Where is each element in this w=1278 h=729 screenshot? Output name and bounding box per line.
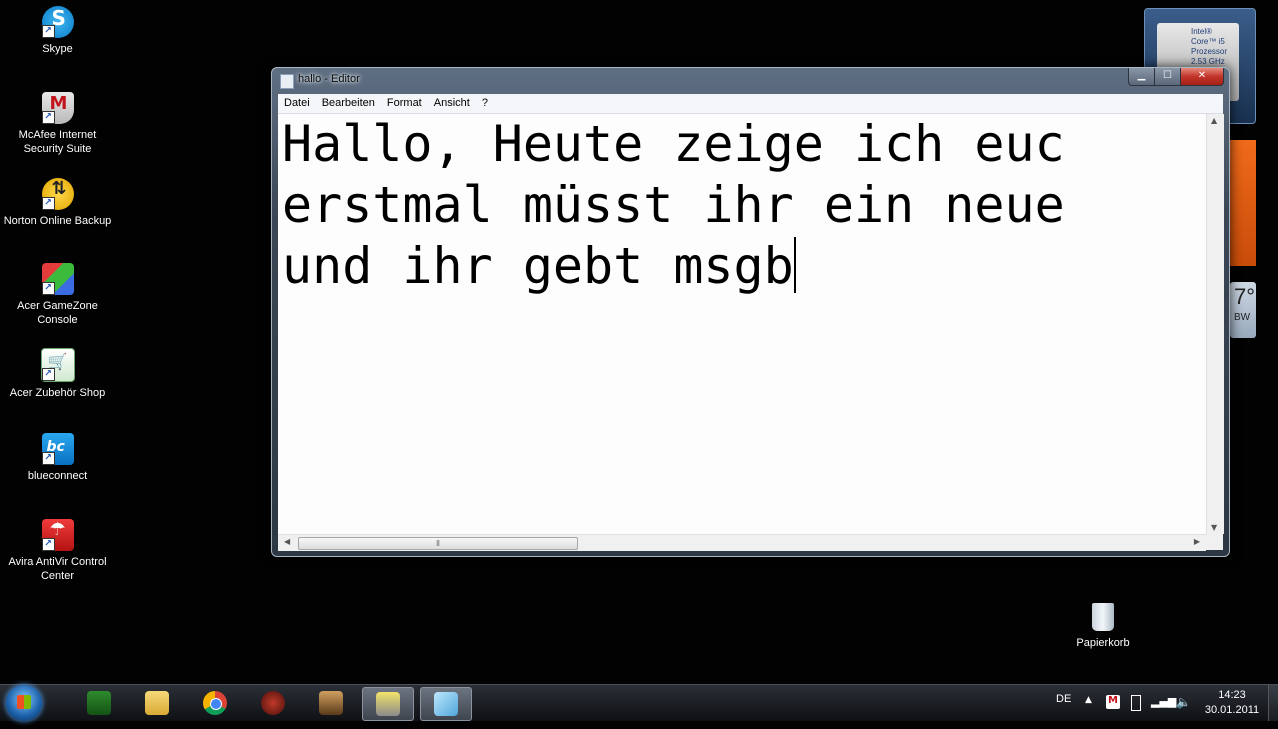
cpu-info-text: Intel® Core™ i5 Prozessor 2.53 GHz [1191,27,1228,66]
desktop-icon-acer-gamezone[interactable]: ↗ Acer GameZone Console [0,263,115,327]
editor-line: Hallo, Heute zeige ich euc [282,115,1065,173]
weather-location: BW [1234,312,1251,323]
close-button[interactable]: ✕ [1180,68,1224,86]
paint-brush-icon [376,692,400,716]
taskbar: DE ▲ M ▂▄▆ 🔈 14:23 30.01.2011 [0,684,1278,721]
network-signal-icon[interactable]: ▂▄▆ [1151,695,1176,709]
character-icon [319,691,343,715]
desktop-icon-label: blueconnect [27,470,88,482]
scroll-down-arrow-icon[interactable]: ▼ [1211,523,1217,532]
blueconnect-icon: bc ↗ [41,433,74,465]
skype-icon: S ↗ [41,6,74,38]
taskbar-app-game[interactable] [248,687,298,719]
battery-icon[interactable] [1131,695,1141,711]
desktop-icon-label: Acer GameZone Console [17,300,98,326]
desktop-icon-recycle-bin[interactable]: Papierkorb [1060,603,1146,649]
show-hidden-icons-icon[interactable]: ▲ [1085,695,1099,709]
desktop-icon-label: Avira AntiVir Control Center [8,556,107,582]
window-title: hallo - Editor [298,73,360,85]
editor-line: erstmal müsst ihr ein neue [282,176,1065,234]
editor-line: und ihr gebt msgb [282,237,794,295]
taskbar-app-gamezone[interactable] [74,687,124,719]
game-logo-icon [261,691,285,715]
desktop-icon-skype[interactable]: S ↗ Skype [0,6,115,56]
text-editor-area[interactable]: Hallo, Heute zeige ich euc erstmal müsst… [278,114,1206,534]
desktop-icon-label: Skype [42,43,73,55]
shopping-cart-icon: 🛒 ↗ [40,348,75,382]
notepad-icon [280,74,294,89]
desktop-icon-norton[interactable]: ⇅ ↗ Norton Online Backup [0,178,115,228]
taskbar-app-explorer[interactable] [132,687,182,719]
clock[interactable]: 14:23 30.01.2011 [1200,688,1264,718]
taskbar-app-chrome[interactable] [190,687,240,719]
horizontal-scroll-thumb[interactable]: ⦀ [298,537,578,550]
language-indicator[interactable]: DE [1056,693,1071,729]
show-desktop-button[interactable] [1268,685,1278,721]
desktop-icon-blueconnect[interactable]: bc ↗ blueconnect [0,433,115,483]
menu-help[interactable]: ? [476,94,494,109]
menu-bearbeiten[interactable]: Bearbeiten [316,94,381,109]
vertical-scrollbar[interactable]: ▲ ▼ [1206,114,1224,534]
scrollbar-corner [1206,534,1223,550]
menu-ansicht[interactable]: Ansicht [428,94,476,109]
taskbar-app-notepad[interactable] [420,687,472,721]
title-bar[interactable]: hallo - Editor ▁ ☐ ✕ [272,68,1229,94]
volume-icon[interactable]: 🔈 [1176,695,1191,709]
clock-date: 30.01.2011 [1204,704,1260,716]
calendar-gadget[interactable] [1230,140,1256,266]
taskbar-app-character[interactable] [306,687,356,719]
desktop-icon-acer-shop[interactable]: 🛒 ↗ Acer Zubehör Shop [0,348,115,400]
folder-icon [145,691,169,715]
notepad-window[interactable]: hallo - Editor ▁ ☐ ✕ Datei Bearbeiten Form… [271,67,1230,557]
scroll-up-arrow-icon[interactable]: ▲ [1211,116,1217,125]
norton-backup-icon: ⇅ ↗ [41,178,74,210]
menu-format[interactable]: Format [381,94,428,109]
scroll-left-arrow-icon[interactable]: ◀ [284,537,290,546]
minimize-button[interactable]: ▁ [1128,68,1155,86]
maximize-button[interactable]: ☐ [1154,68,1181,86]
cube-icon: ↗ [41,263,74,295]
mcafee-tray-icon[interactable]: M [1106,695,1120,709]
start-button[interactable] [6,685,42,721]
text-caret [793,237,796,293]
desktop-icon-label: Norton Online Backup [3,215,112,227]
windows-logo-icon [17,695,31,709]
circuit-board-icon [87,691,111,715]
desktop-icon-label: Papierkorb [1076,637,1130,649]
desktop-icon-label: McAfee Internet Security Suite [18,129,97,155]
scroll-right-arrow-icon[interactable]: ▶ [1194,537,1200,546]
menu-datei[interactable]: Datei [278,94,316,109]
chrome-icon [203,691,227,715]
recycle-bin-icon [1092,603,1114,631]
notepad-taskbar-icon [434,692,458,716]
mcafee-shield-icon: M ↗ [41,92,74,124]
weather-gadget[interactable]: 7° BW [1230,282,1256,338]
desktop-icon-avira[interactable]: ☂ ↗ Avira AntiVir Control Center [0,519,115,583]
weather-temperature: 7° [1234,284,1256,309]
taskbar-app-paint[interactable] [362,687,414,721]
editor-text: Hallo, Heute zeige ich euc erstmal müsst… [278,114,1206,297]
avira-umbrella-icon: ☂ ↗ [41,519,74,551]
clock-time: 14:23 [1218,689,1246,701]
desktop-icon-label: Acer Zubehör Shop [9,387,106,399]
horizontal-scrollbar[interactable]: ◀ ⦀ ▶ [278,534,1206,551]
menu-bar: Datei Bearbeiten Format Ansicht? [278,94,1223,114]
desktop-icon-mcafee[interactable]: M ↗ McAfee Internet Security Suite [0,92,115,156]
